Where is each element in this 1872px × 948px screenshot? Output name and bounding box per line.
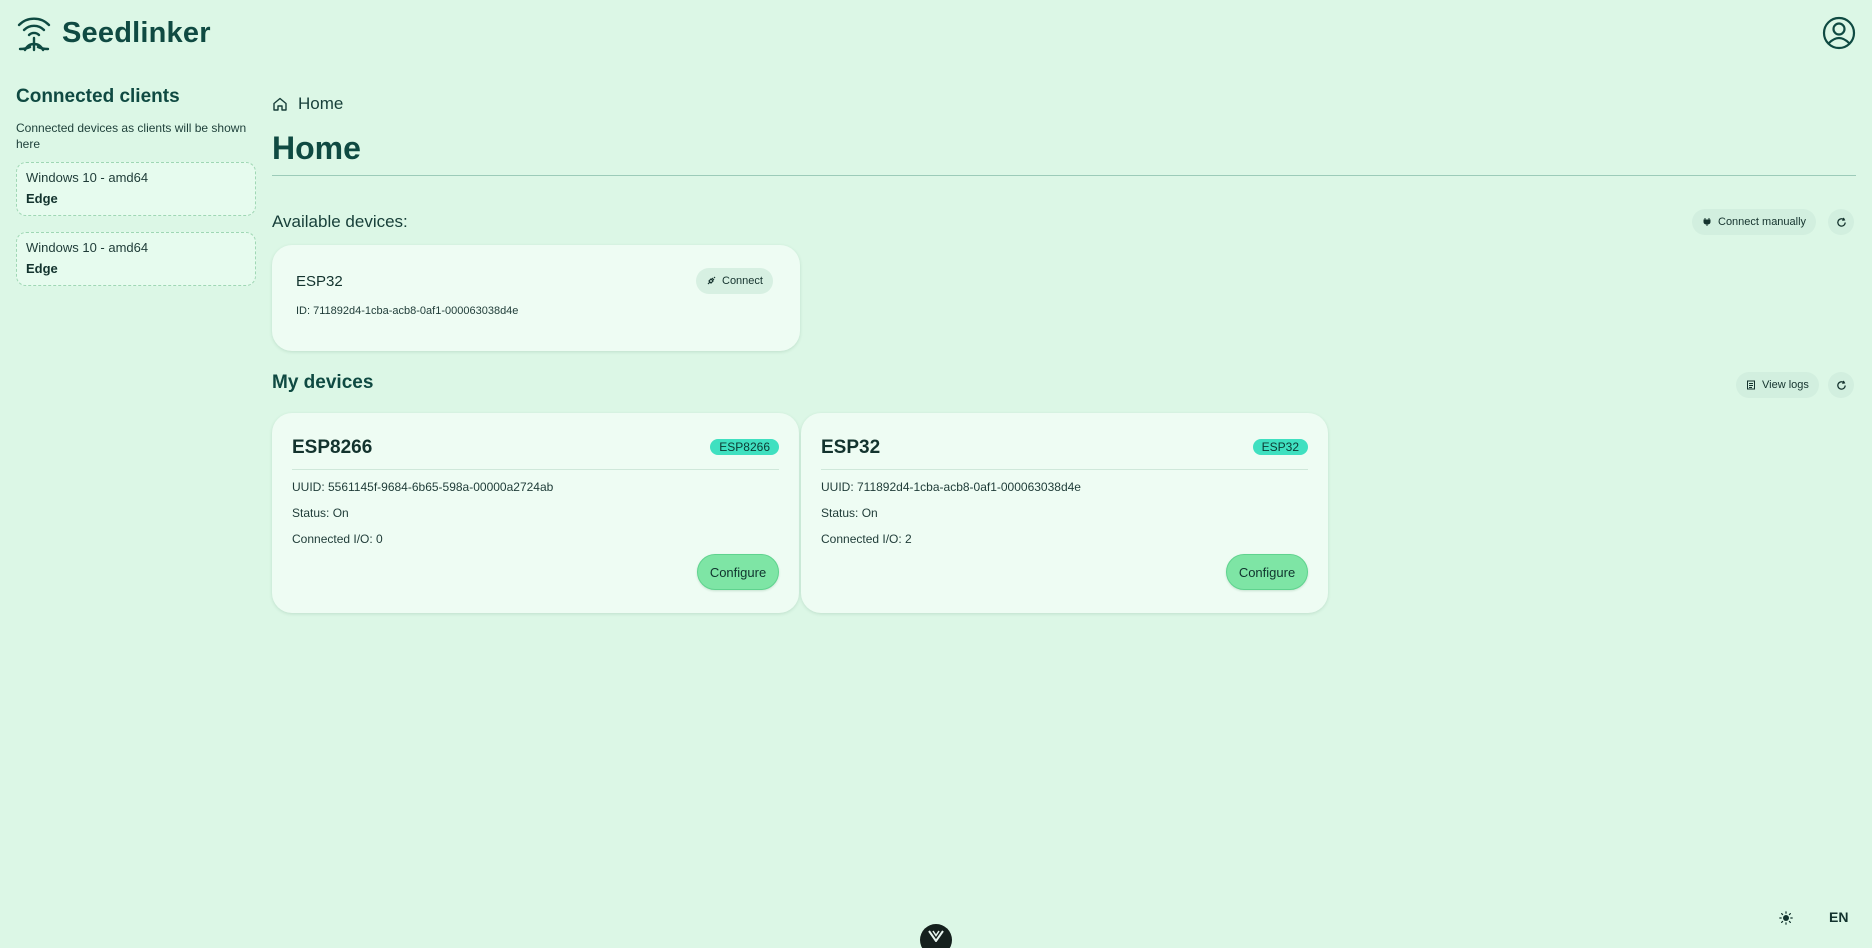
- connect-button[interactable]: Connect: [696, 268, 773, 294]
- plug-icon: [1703, 218, 1711, 226]
- plug-icon: [707, 276, 716, 285]
- device-type-badge: ESP8266: [710, 439, 779, 455]
- device-card: ESP32 ESP32 UUID: 711892d4-1cba-acb8-0af…: [801, 413, 1328, 613]
- seedling-wifi-icon: [17, 17, 51, 52]
- brand-name: Seedlinker: [62, 16, 211, 49]
- sidebar-description: Connected devices as clients will be sho…: [16, 121, 247, 151]
- available-device-id: ID: 711892d4-1cba-acb8-0af1-000063038d4e: [296, 305, 519, 317]
- client-browser: Edge: [26, 191, 58, 206]
- client-item[interactable]: Windows 10 - amd64 Edge: [16, 162, 256, 216]
- devtools-toggle[interactable]: [920, 924, 952, 948]
- app-header: Seedlinker: [0, 0, 1872, 68]
- breadcrumb[interactable]: Home: [272, 94, 343, 114]
- device-uuid: UUID: 5561145f-9684-6b65-598a-00000a2724…: [292, 480, 554, 494]
- refresh-available-button[interactable]: [1828, 209, 1854, 235]
- sidebar: Connected clients Connected devices as c…: [16, 86, 256, 302]
- available-device-card: ESP32 ID: 711892d4-1cba-acb8-0af1-000063…: [272, 245, 800, 351]
- device-card: ESP8266 ESP8266 UUID: 5561145f-9684-6b65…: [272, 413, 799, 613]
- client-browser: Edge: [26, 261, 58, 276]
- page-title: Home: [272, 130, 361, 166]
- card-divider: [821, 469, 1308, 470]
- device-status: Status: On: [821, 506, 878, 520]
- breadcrumb-home: Home: [298, 94, 344, 113]
- sun-icon[interactable]: [1779, 911, 1793, 925]
- sidebar-title: Connected clients: [16, 86, 180, 107]
- connect-manually-label: Connect manually: [1718, 216, 1807, 228]
- client-os: Windows 10 - amd64: [26, 240, 149, 255]
- connect-label: Connect: [722, 275, 763, 287]
- refresh-my-devices-button[interactable]: [1828, 372, 1854, 398]
- home-icon: [273, 97, 287, 111]
- refresh-icon: [1836, 217, 1846, 227]
- logo[interactable]: Seedlinker: [16, 14, 211, 52]
- title-divider: [272, 175, 1856, 176]
- view-logs-button[interactable]: View logs: [1736, 372, 1819, 398]
- device-status: Status: On: [292, 506, 349, 520]
- client-item[interactable]: Windows 10 - amd64 Edge: [16, 232, 256, 286]
- device-uuid: UUID: 711892d4-1cba-acb8-0af1-000063038d…: [821, 480, 1081, 494]
- available-devices-title: Available devices:: [272, 212, 408, 231]
- connect-manually-button[interactable]: Connect manually: [1692, 209, 1817, 235]
- user-circle-icon[interactable]: [1822, 16, 1856, 50]
- client-os: Windows 10 - amd64: [26, 170, 149, 185]
- device-connected-io: Connected I/O: 2: [821, 532, 912, 546]
- available-device-name: ESP32: [296, 273, 343, 290]
- card-divider: [292, 469, 779, 470]
- device-connected-io: Connected I/O: 0: [292, 532, 383, 546]
- logs-icon: [1747, 380, 1755, 390]
- device-name: ESP32: [821, 437, 881, 458]
- my-devices-title: My devices: [272, 372, 374, 393]
- refresh-icon: [1836, 380, 1846, 390]
- configure-button[interactable]: Configure: [1226, 554, 1308, 590]
- language-switcher[interactable]: EN: [1829, 909, 1848, 925]
- view-logs-label: View logs: [1762, 379, 1809, 391]
- vue-icon: [928, 930, 944, 942]
- configure-button[interactable]: Configure: [697, 554, 779, 590]
- device-name: ESP8266: [292, 437, 373, 458]
- device-type-badge: ESP32: [1252, 439, 1308, 455]
